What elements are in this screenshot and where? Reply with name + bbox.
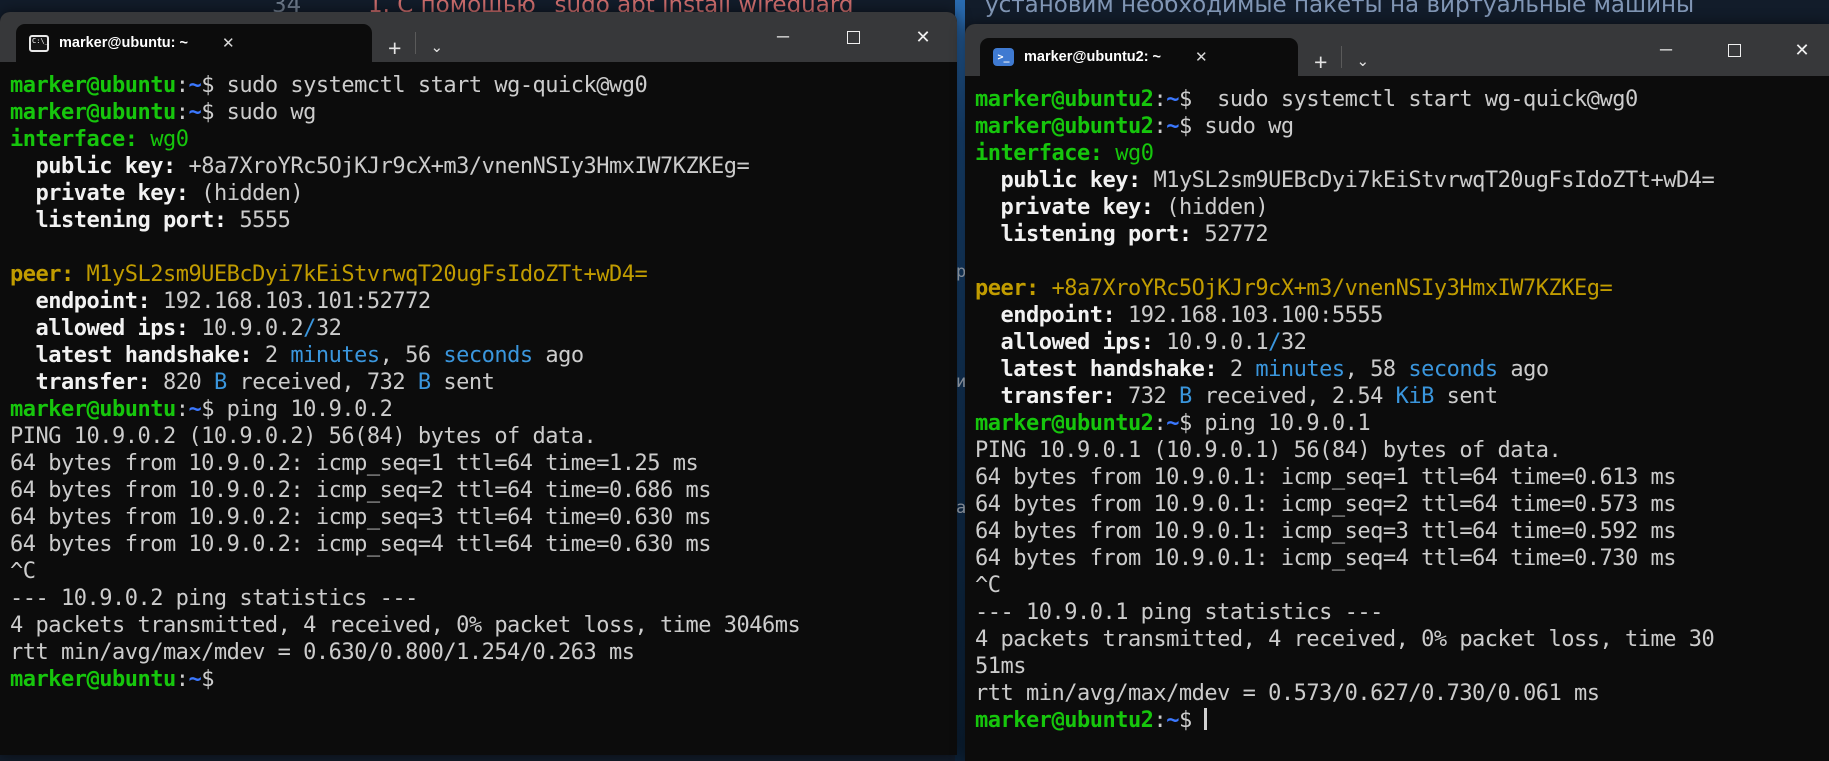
terminal-line: peer: M1ySL2sm9UEBcDyi7kEiStvrwqT20ugFsI… [10,261,957,288]
terminal-line: private key: (hidden) [975,194,1829,221]
terminal-line: marker@ubuntu2:~$ [975,707,1829,734]
terminal-line: marker@ubuntu2:~$ ping 10.9.0.1 [975,410,1829,437]
terminal-output-ubuntu[interactable]: marker@ubuntu:~$ sudo systemctl start wg… [0,62,957,755]
tabbar-separator [1341,46,1342,68]
terminal-window-ubuntu: C:\_ marker@ubuntu: ~ ✕ + ⌄ ─ ✕ marker@u… [0,12,957,755]
terminal-line: 4 packets transmitted, 4 received, 0% pa… [975,626,1829,653]
terminal-line: ^C [10,558,957,585]
text-cursor [1204,708,1207,730]
terminal-line: 64 bytes from 10.9.0.2: icmp_seq=1 ttl=6… [10,450,957,477]
terminal-line: public key: M1ySL2sm9UEBcDyi7kEiStvrwqT2… [975,167,1829,194]
minimize-button[interactable]: ─ [760,12,806,62]
terminal-line: marker@ubuntu:~$ sudo systemctl start wg… [10,72,957,99]
terminal-line: latest handshake: 2 minutes, 56 seconds … [10,342,957,369]
terminal-line: marker@ubuntu2:~$ sudo systemctl start w… [975,86,1829,113]
terminal-line: allowed ips: 10.9.0.2/32 [10,315,957,342]
terminal-line: latest handshake: 2 minutes, 58 seconds … [975,356,1829,383]
terminal-line: peer: +8a7XroYRc5OjKJr9cX+m3/vnenNSIy3Hm… [975,275,1829,302]
tabbar-separator [415,32,416,54]
terminal-line: PING 10.9.0.2 (10.9.0.2) 56(84) bytes of… [10,423,957,450]
background-text-fragment: и [956,372,965,392]
terminal-line [975,248,1829,275]
tab-dropdown-button[interactable]: ⌄ [1356,52,1369,70]
powershell-icon: >_ [993,48,1014,66]
tab-marker-ubuntu2[interactable]: >_ marker@ubuntu2: ~ ✕ [980,38,1298,76]
terminal-line: public key: +8a7XroYRc5OjKJr9cX+m3/vnenN… [10,153,957,180]
terminal-line [10,234,957,261]
terminal-line: marker@ubuntu:~$ [10,666,957,693]
terminal-line: 64 bytes from 10.9.0.1: icmp_seq=1 ttl=6… [975,464,1829,491]
background-text-fragment: р [956,262,965,282]
terminal-line: 64 bytes from 10.9.0.1: icmp_seq=2 ttl=6… [975,491,1829,518]
terminal-line: 51ms [975,653,1829,680]
titlebar[interactable]: >_ marker@ubuntu2: ~ ✕ + ⌄ ─ ✕ [965,24,1829,76]
terminal-line: marker@ubuntu2:~$ sudo wg [975,113,1829,140]
tab-close-icon[interactable]: ✕ [1189,46,1214,68]
terminal-line: interface: wg0 [10,126,957,153]
terminal-line: endpoint: 192.168.103.100:5555 [975,302,1829,329]
terminal-line: allowed ips: 10.9.0.1/32 [975,329,1829,356]
terminal-line: listening port: 5555 [10,207,957,234]
terminal-line: --- 10.9.0.1 ping statistics --- [975,599,1829,626]
close-button[interactable]: ✕ [900,12,946,62]
maximize-button[interactable] [1711,24,1757,76]
terminal-output-ubuntu2[interactable]: marker@ubuntu2:~$ sudo systemctl start w… [965,76,1829,761]
tab-dropdown-button[interactable]: ⌄ [430,38,443,56]
terminal-line: 64 bytes from 10.9.0.2: icmp_seq=4 ttl=6… [10,531,957,558]
terminal-line: 64 bytes from 10.9.0.1: icmp_seq=4 ttl=6… [975,545,1829,572]
terminal-line: 64 bytes from 10.9.0.2: icmp_seq=2 ttl=6… [10,477,957,504]
terminal-line: 64 bytes from 10.9.0.2: icmp_seq=3 ttl=6… [10,504,957,531]
new-tab-button[interactable]: + [1314,52,1327,72]
maximize-icon [1728,44,1741,57]
new-tab-button[interactable]: + [388,38,401,58]
terminal-line: marker@ubuntu:~$ ping 10.9.0.2 [10,396,957,423]
terminal-line: ^C [975,572,1829,599]
terminal-line: interface: wg0 [975,140,1829,167]
cmd-prompt-icon: C:\_ [29,35,49,52]
window-controls: ─ ✕ [760,12,957,62]
terminal-line: 4 packets transmitted, 4 received, 0% pa… [10,612,957,639]
window-controls: ─ ✕ [1643,24,1829,76]
maximize-icon [847,31,860,44]
terminal-line: private key: (hidden) [10,180,957,207]
terminal-line: PING 10.9.0.1 (10.9.0.1) 56(84) bytes of… [975,437,1829,464]
maximize-button[interactable] [830,12,876,62]
terminal-line: endpoint: 192.168.103.101:52772 [10,288,957,315]
terminal-line: transfer: 732 B received, 2.54 KiB sent [975,383,1829,410]
background-text-fragment: а [956,498,965,518]
terminal-line: rtt min/avg/max/mdev = 0.573/0.627/0.730… [975,680,1829,707]
terminal-line: marker@ubuntu:~$ sudo wg [10,99,957,126]
terminal-window-ubuntu2: >_ marker@ubuntu2: ~ ✕ + ⌄ ─ ✕ marker@ub… [965,24,1829,761]
tab-title: marker@ubuntu: ~ [59,35,188,51]
terminal-line: listening port: 52772 [975,221,1829,248]
terminal-line: rtt min/avg/max/mdev = 0.630/0.800/1.254… [10,639,957,666]
tab-title: marker@ubuntu2: ~ [1024,49,1161,65]
close-button[interactable]: ✕ [1779,24,1825,76]
titlebar[interactable]: C:\_ marker@ubuntu: ~ ✕ + ⌄ ─ ✕ [0,12,957,62]
terminal-line: --- 10.9.0.2 ping statistics --- [10,585,957,612]
minimize-button[interactable]: ─ [1643,24,1689,76]
terminal-line: 64 bytes from 10.9.0.1: icmp_seq=3 ttl=6… [975,518,1829,545]
background-doc-text: установим необходимые пакеты на виртуаль… [985,0,1694,18]
terminal-line: transfer: 820 B received, 732 B sent [10,369,957,396]
tab-close-icon[interactable]: ✕ [216,32,241,54]
tab-marker-ubuntu[interactable]: C:\_ marker@ubuntu: ~ ✕ [16,24,372,62]
